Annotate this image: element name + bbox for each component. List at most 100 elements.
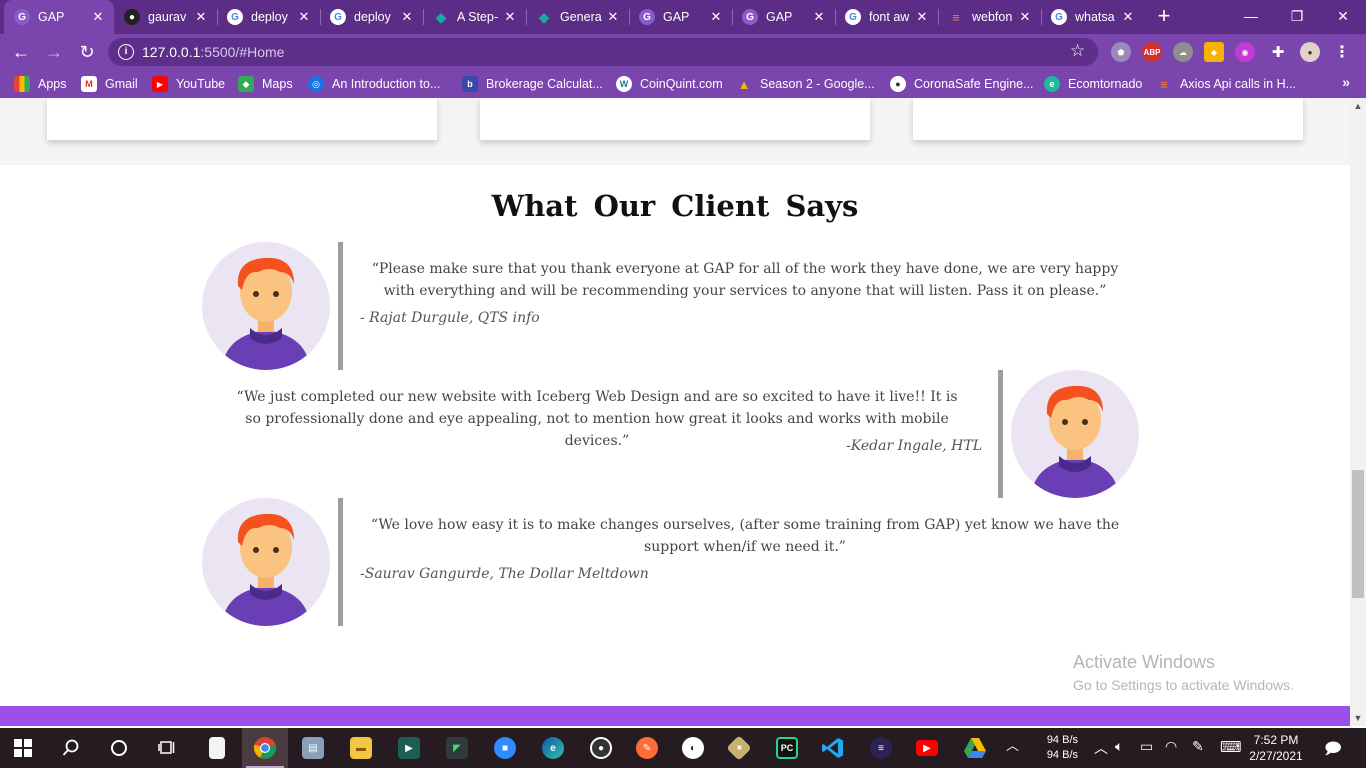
tab-gap-2[interactable]: G GAP ✕ (629, 0, 732, 34)
clock-time[interactable]: 7:52 PM (1248, 733, 1304, 747)
taskbar-notepad[interactable] (194, 728, 240, 768)
taskbar-eclipse[interactable]: ≡ (858, 728, 904, 768)
bookmark-label: CoronaSafe Engine... (914, 77, 1034, 91)
bookmark-apps[interactable]: Apps (14, 75, 67, 93)
back-button[interactable]: ← (9, 40, 33, 64)
close-window-button[interactable]: ✕ (1320, 0, 1366, 32)
start-button[interactable] (0, 728, 46, 768)
menu-kebab-icon[interactable]: ⋮ (1332, 42, 1352, 62)
show-hidden-icons-icon[interactable]: ︿ (1094, 738, 1108, 758)
taskbar-file-explorer[interactable]: ▬ (338, 728, 384, 768)
address-bar[interactable]: i 127.0.0.1:5500/#Home ☆ (108, 38, 1098, 66)
taskbar-google-drive[interactable] (952, 728, 998, 768)
volume-icon[interactable]: 🔈︎ (1115, 738, 1123, 755)
bookmark-youtube[interactable]: ▶ YouTube (152, 75, 225, 93)
profile-avatar[interactable]: ● (1300, 42, 1320, 62)
new-tab-button[interactable]: + (1152, 5, 1176, 29)
keyboard-icon[interactable]: ⌨ (1220, 738, 1242, 756)
bookmark-coronasafe[interactable]: ● CoronaSafe Engine... (890, 75, 1034, 93)
close-icon[interactable]: ✕ (90, 9, 106, 25)
taskbar-vscode[interactable] (810, 728, 856, 768)
taskbar-zoom[interactable]: ■ (482, 728, 528, 768)
tab-webfont[interactable]: ≡ webfon ✕ (938, 0, 1041, 34)
minimize-button[interactable]: — (1228, 0, 1274, 32)
cortana-button[interactable] (96, 728, 142, 768)
chevron-up-down-icon[interactable]: ︿ (1006, 735, 1019, 754)
tab-deploy-2[interactable]: G deploy ✕ (320, 0, 423, 34)
windows-logo-icon (14, 739, 32, 757)
taskbar-obs[interactable]: ● (578, 728, 624, 768)
bookmark-coinquint[interactable]: W CoinQuint.com (616, 75, 723, 93)
taskbar-app-10[interactable]: ◐ (670, 728, 716, 768)
zoom-icon: ■ (494, 737, 516, 759)
testimonial-author: - Rajat Durgule, QTS info (360, 310, 540, 326)
google-favicon: G (845, 9, 861, 25)
taskbar-pycharm[interactable]: PC (764, 728, 810, 768)
monitor-app-icon: ▤ (302, 737, 324, 759)
close-icon[interactable]: ✕ (296, 9, 312, 25)
close-icon[interactable]: ✕ (1120, 9, 1136, 25)
tab-gap-active[interactable]: G GAP ✕ (4, 0, 114, 34)
bookmark-season2[interactable]: ▲ Season 2 - Google... (736, 75, 875, 93)
scrollbar-thumb[interactable] (1352, 470, 1364, 598)
bookmark-ecomtornado[interactable]: e Ecomtornado (1044, 75, 1142, 93)
extension-headset-icon[interactable]: ◉ (1235, 42, 1255, 62)
wifi-icon[interactable]: ◠ (1165, 738, 1177, 755)
close-icon[interactable]: ✕ (605, 9, 621, 25)
close-icon[interactable]: ✕ (708, 9, 724, 25)
maximize-button[interactable]: ❐ (1274, 0, 1320, 32)
extension-shield-color-icon[interactable]: ◆ (1204, 42, 1224, 62)
forward-button[interactable]: → (42, 40, 66, 64)
taskbar-app-5[interactable]: ◤ (434, 728, 480, 768)
bookmark-intro[interactable]: ◎ An Introduction to... (308, 75, 440, 93)
network-download-rate: 94 B/s (1046, 749, 1078, 761)
github-favicon: ● (124, 9, 140, 25)
page-scrollbar[interactable]: ▲ ▼ (1350, 98, 1366, 726)
task-view-button[interactable] (144, 728, 190, 768)
extension-shield-icon[interactable]: ⬟ (1111, 42, 1131, 62)
close-icon[interactable]: ✕ (811, 9, 827, 25)
bookmark-label: YouTube (176, 77, 226, 91)
taskbar-postman[interactable]: ✎ (624, 728, 670, 768)
tab-gap-3[interactable]: G GAP ✕ (732, 0, 835, 34)
bookmark-star-icon[interactable]: ☆ (1070, 41, 1085, 61)
close-icon[interactable]: ✕ (1017, 9, 1033, 25)
bookmark-label: Season 2 - Google... (760, 77, 875, 91)
bookmarks-overflow-icon[interactable]: » (1342, 74, 1350, 90)
bookmark-maps[interactable]: ◆ Maps (238, 75, 293, 93)
taskbar-app-2[interactable]: ▤ (290, 728, 336, 768)
taskbar-edge[interactable]: e (530, 728, 576, 768)
taskbar-media[interactable]: ▶ (386, 728, 432, 768)
bookmark-brokerage[interactable]: b Brokerage Calculat... (462, 75, 603, 93)
tab-github[interactable]: ● gaurav ✕ (114, 0, 217, 34)
notification-icon[interactable]: 🗩︎ (1324, 738, 1342, 765)
close-icon[interactable]: ✕ (502, 9, 518, 25)
bookmark-label: Brokerage Calculat... (486, 77, 603, 91)
close-icon[interactable]: ✕ (914, 9, 930, 25)
adblock-icon[interactable]: ABP (1142, 42, 1162, 62)
battery-icon[interactable]: ▭ (1140, 738, 1153, 755)
info-icon[interactable]: i (118, 44, 134, 60)
close-icon[interactable]: ✕ (193, 9, 209, 25)
close-icon[interactable]: ✕ (399, 9, 415, 25)
reload-button[interactable]: ↻ (75, 40, 99, 64)
tab-whatsapp[interactable]: G whatsa ✕ (1041, 0, 1144, 34)
bookmark-axios[interactable]: ≡ Axios Api calls in H... (1156, 75, 1296, 93)
google-favicon: G (1051, 9, 1067, 25)
taskbar-git[interactable]: ✦ (716, 728, 762, 768)
extension-cloud-icon[interactable]: ☁ (1173, 42, 1193, 62)
taskbar-youtube[interactable]: ▶ (904, 728, 950, 768)
extensions-puzzle-icon[interactable]: ✚ (1268, 42, 1288, 62)
clock-date[interactable]: 2/27/2021 (1244, 749, 1308, 763)
scroll-down-arrow-icon[interactable]: ▼ (1350, 710, 1366, 726)
taskbar-chrome[interactable] (242, 728, 288, 768)
tab-genera[interactable]: ◆ Genera ✕ (526, 0, 629, 34)
search-button[interactable] (48, 728, 94, 768)
tab-deploy-1[interactable]: G deploy ✕ (217, 0, 320, 34)
tab-font-awesome[interactable]: G font aw ✕ (835, 0, 938, 34)
scroll-up-arrow-icon[interactable]: ▲ (1350, 98, 1366, 114)
url-text[interactable]: 127.0.0.1:5500/#Home (142, 44, 284, 60)
bookmark-gmail[interactable]: M Gmail (81, 75, 138, 93)
tab-a-step[interactable]: ◆ A Step- ✕ (423, 0, 526, 34)
pen-icon[interactable]: ✎ (1192, 738, 1204, 755)
